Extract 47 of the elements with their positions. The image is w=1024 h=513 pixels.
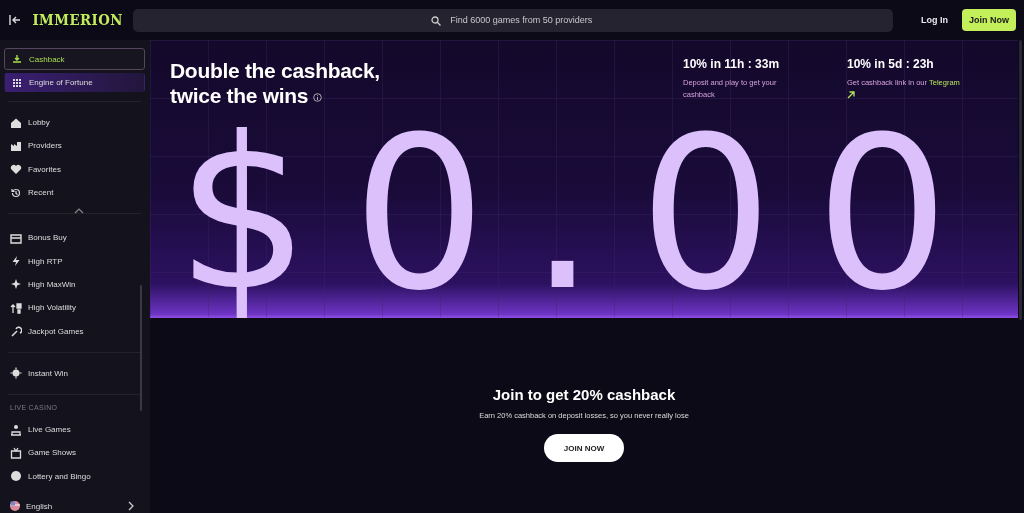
nav-item[interactable]: Game Shows — [4, 441, 145, 465]
login-button[interactable]: Log In — [913, 9, 956, 31]
heart-icon — [10, 163, 22, 176]
nav-item[interactable]: Live Games — [4, 417, 145, 442]
nav-item[interactable]: High RTP — [4, 249, 145, 273]
cashback-amount: $0.00 — [176, 112, 993, 317]
scrollbar-thumb[interactable] — [1019, 40, 1022, 320]
join-now-button[interactable]: JOIN NOW — [544, 434, 624, 462]
cash-hand-icon — [11, 53, 23, 65]
nav-item[interactable]: Jackpot Games — [4, 319, 145, 343]
flag-icon — [10, 501, 20, 511]
timer-heading: 10% in 11h : 33m — [683, 57, 781, 71]
nav-item[interactable]: Providers — [4, 134, 145, 158]
dealer-icon — [10, 423, 22, 436]
info-icon — [313, 93, 323, 102]
chevron-right-icon — [128, 501, 134, 511]
nav-item[interactable]: High Volatility — [4, 296, 145, 320]
search-field[interactable]: Find 6000 games from 50 providers — [133, 8, 893, 32]
arrow-bars-icon — [10, 301, 22, 314]
search-icon — [431, 15, 442, 26]
arrow-up-right-icon — [847, 91, 855, 99]
nav-item[interactable]: Recent — [4, 180, 145, 205]
nav-item[interactable]: Favorites — [4, 157, 145, 181]
scrollbar-thumb[interactable] — [140, 285, 142, 411]
nav-item[interactable]: Instant Win — [4, 361, 145, 385]
logo[interactable]: IMMERION — [32, 12, 123, 28]
factory-icon — [10, 139, 22, 152]
collapse-icon — [9, 15, 21, 25]
home-icon — [10, 116, 22, 129]
sparkle-icon — [10, 278, 22, 291]
burst-icon — [10, 367, 22, 380]
ball-icon — [10, 470, 22, 483]
nav-item[interactable]: Lobby — [4, 111, 145, 135]
nav-item[interactable]: Bonus Buy — [4, 226, 145, 250]
join-heading: Join to get 20% cashback — [492, 386, 676, 403]
lightning-icon — [10, 255, 22, 268]
promo-item[interactable]: Engine of Fortune — [4, 73, 145, 92]
join-button[interactable]: Join Now — [962, 9, 1016, 31]
timer-heading: 10% in 5d : 23h — [847, 57, 935, 71]
grid-icon — [11, 76, 23, 89]
history-icon — [10, 186, 22, 199]
nav-item[interactable]: Lottery and Bingo — [4, 464, 145, 488]
chevron-up-icon — [74, 208, 84, 215]
promo-item[interactable]: Cashback — [4, 48, 145, 70]
tv-icon — [10, 446, 22, 459]
nav-item[interactable]: High MaxWin — [4, 272, 145, 297]
hero-title: Double the cashback, twice the wins — [170, 58, 381, 109]
